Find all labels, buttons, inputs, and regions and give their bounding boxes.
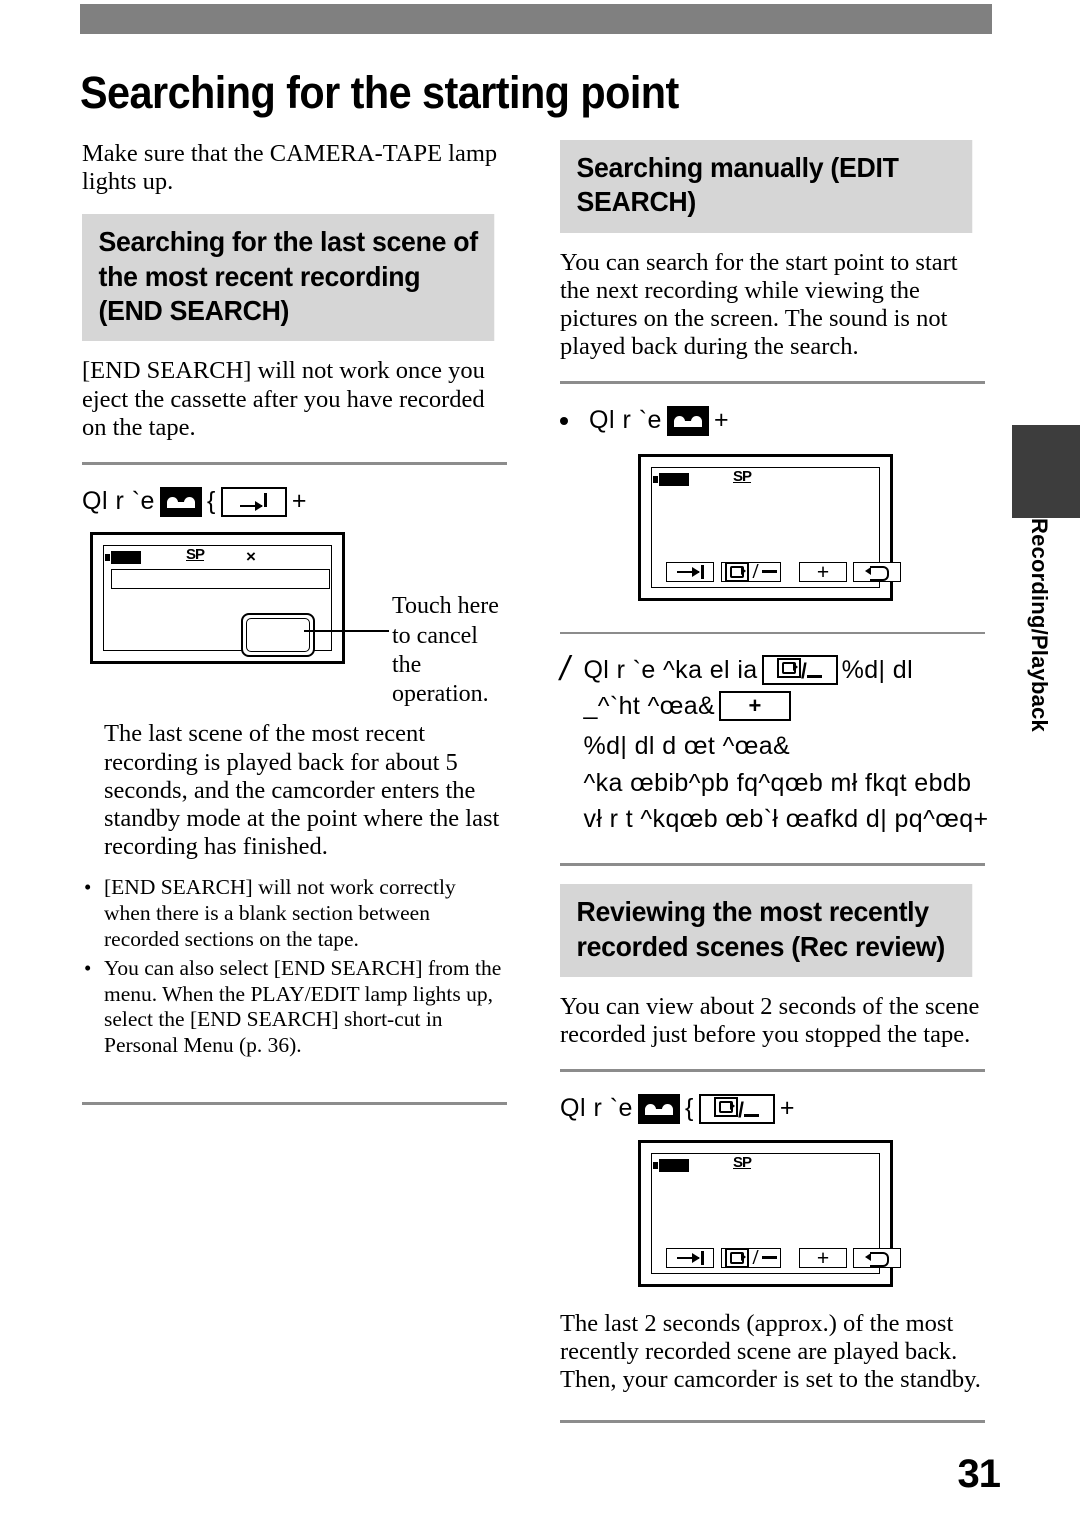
plus-soft-key[interactable]: + bbox=[799, 558, 847, 584]
end-search-glyph bbox=[240, 492, 268, 512]
end-search-icon bbox=[676, 1250, 704, 1265]
end-search-intro: [END SEARCH] will not work once you ejec… bbox=[82, 357, 485, 441]
rec-review-icon: / bbox=[724, 1245, 778, 1270]
instruction-prefix-text: Ql r `e bbox=[560, 1094, 633, 1123]
callout-leader-line bbox=[304, 630, 389, 633]
sp-mode-label: SP bbox=[733, 1153, 752, 1171]
side-tab-label: Recording/Playback bbox=[1027, 518, 1052, 732]
tape-mode-icon bbox=[637, 1094, 680, 1125]
section-heading-end-search: Searching for the last scene of the most… bbox=[82, 214, 495, 342]
intro-paragraph: Make sure that the CAMERA-TAPE lamp ligh… bbox=[82, 140, 498, 196]
list-item: You can also select [END SEARCH] from th… bbox=[82, 956, 507, 1058]
header-accent-bar bbox=[80, 4, 992, 34]
rec-review-icon: / bbox=[724, 559, 778, 584]
instruction-touch-edit-search: Ql r `e + bbox=[560, 402, 985, 440]
end-search-result-text: The last scene of the most recent record… bbox=[104, 720, 500, 861]
diagram-edit-search-wrapper: SP / + bbox=[638, 453, 985, 624]
bullet-dot-icon bbox=[560, 417, 568, 426]
page-number: 31 bbox=[957, 1452, 1001, 1496]
sp-mode-label: SP bbox=[733, 467, 752, 485]
lcd-screen-rec-review: SP / + bbox=[638, 1139, 901, 1287]
step-2-line-1-text-b: %d| dl bbox=[841, 655, 914, 684]
left-column: Make sure that the CAMERA-TAPE lamp ligh… bbox=[82, 140, 507, 1123]
lcd-screen-end-search: SP × bbox=[90, 532, 345, 665]
list-item: [END SEARCH] will not work correctly whe… bbox=[82, 875, 507, 952]
divider bbox=[560, 381, 985, 385]
end-search-icon bbox=[220, 486, 287, 517]
instruction-suffix: + bbox=[779, 1094, 795, 1123]
rec-review-glyph: / bbox=[714, 1097, 760, 1121]
instruction-prefix-text: Ql r `e bbox=[82, 486, 155, 515]
diagram-rec-review-wrapper: SP / + bbox=[638, 1139, 985, 1310]
end-search-soft-key[interactable] bbox=[666, 561, 714, 582]
instruction-prefix-text: Ql r `e bbox=[589, 406, 662, 435]
right-column: Searching manually (EDIT SEARCH) You can… bbox=[560, 140, 988, 1441]
step-2-line-2-text-a: _^`ht ^œa& bbox=[583, 692, 716, 721]
return-icon bbox=[865, 566, 889, 582]
rec-review-icon: / bbox=[761, 655, 838, 686]
step-2-body: Ql r `e ^ka el ia / %d| dl _^`ht ^œa& + … bbox=[583, 652, 988, 837]
instruction-separator: { bbox=[206, 486, 216, 515]
edit-search-intro: You can search for the start point to st… bbox=[560, 248, 958, 361]
rec-review-soft-key[interactable]: / bbox=[721, 1245, 781, 1270]
step-2-line-1: Ql r `e ^ka el ia / %d| dl bbox=[583, 652, 988, 688]
battery-icon bbox=[105, 551, 141, 565]
plus-icon: + bbox=[719, 691, 792, 722]
plus-icon: + bbox=[816, 1244, 830, 1270]
end-search-icon bbox=[676, 564, 704, 579]
step-2-line-4-text: vł r t ^kqœb œb`ł œafkd d| pq^œq+ bbox=[583, 804, 989, 833]
rec-review-result-text: The last 2 seconds (approx.) of the most… bbox=[560, 1309, 981, 1394]
lcd-top-strip bbox=[111, 569, 330, 590]
end-search-soft-key[interactable] bbox=[666, 1247, 714, 1268]
return-soft-key[interactable] bbox=[853, 1247, 901, 1268]
battery-icon bbox=[653, 472, 689, 486]
lcd-screen-edit-search: SP / + bbox=[638, 453, 901, 601]
divider bbox=[82, 461, 507, 465]
plus-soft-key[interactable]: + bbox=[799, 1244, 847, 1270]
diagram-end-search-wrapper: SP × Touch here to cancel the operation. bbox=[82, 532, 507, 707]
divider bbox=[560, 863, 985, 867]
step-2-line-1-text-a: Ql r `e ^ka el ia bbox=[583, 655, 758, 684]
tape-mode-icon bbox=[159, 486, 202, 517]
instruction-suffix: + bbox=[713, 406, 730, 435]
sp-mode-label: SP bbox=[186, 546, 205, 564]
step-2-line-2: _^`ht ^œa& + %d| dl d œt ^œa& bbox=[583, 688, 988, 765]
end-search-notes-list: [END SEARCH] will not work correctly whe… bbox=[82, 875, 507, 1058]
tape-mode-icon bbox=[666, 406, 709, 437]
return-icon bbox=[865, 1252, 889, 1268]
page-title: Searching for the starting point bbox=[80, 67, 679, 119]
x-mark-icon: × bbox=[246, 547, 256, 567]
step-2-line-3: ^ka œbib^pb fq^qœb mł fkqt ebdb bbox=[583, 765, 988, 801]
divider bbox=[82, 1102, 507, 1106]
instruction-touch-end-search: Ql r `e { + bbox=[82, 483, 507, 521]
step-2-line-3-text: ^ka œbib^pb fq^qœb mł fkqt ebdb bbox=[583, 768, 972, 797]
side-tab-block bbox=[1012, 425, 1080, 518]
return-soft-key[interactable] bbox=[853, 561, 901, 582]
plus-glyph: + bbox=[748, 693, 762, 719]
rec-review-intro: You can view about 2 seconds of the scen… bbox=[560, 992, 980, 1049]
callout-text: Touch here to cancel the operation. bbox=[392, 593, 499, 708]
plus-icon: + bbox=[816, 558, 830, 584]
divider bbox=[560, 1420, 985, 1424]
cancel-touch-button[interactable] bbox=[241, 613, 315, 658]
rec-review-glyph: / bbox=[776, 658, 823, 682]
step-2-line-2-text-b: %d| dl d œt ^œa& bbox=[583, 732, 791, 761]
step-2-line-4: vł r t ^kqœb œb`ł œafkd d| pq^œq+ bbox=[583, 801, 988, 837]
step-number: / bbox=[560, 649, 570, 688]
step-2-block: / Ql r `e ^ka el ia / %d| dl _^`ht ^œa& … bbox=[560, 649, 988, 837]
rec-review-icon: / bbox=[698, 1094, 775, 1125]
instruction-separator: { bbox=[684, 1094, 694, 1123]
instruction-suffix: + bbox=[291, 486, 307, 515]
divider bbox=[560, 1069, 985, 1073]
instruction-touch-rec-review: Ql r `e { / + bbox=[560, 1090, 985, 1128]
rec-review-soft-key[interactable]: / bbox=[721, 559, 781, 584]
battery-icon bbox=[653, 1158, 689, 1172]
section-heading-rec-review: Reviewing the most recently recorded sce… bbox=[560, 884, 973, 977]
section-heading-edit-search: Searching manually (EDIT SEARCH) bbox=[560, 140, 973, 233]
divider bbox=[560, 631, 985, 634]
